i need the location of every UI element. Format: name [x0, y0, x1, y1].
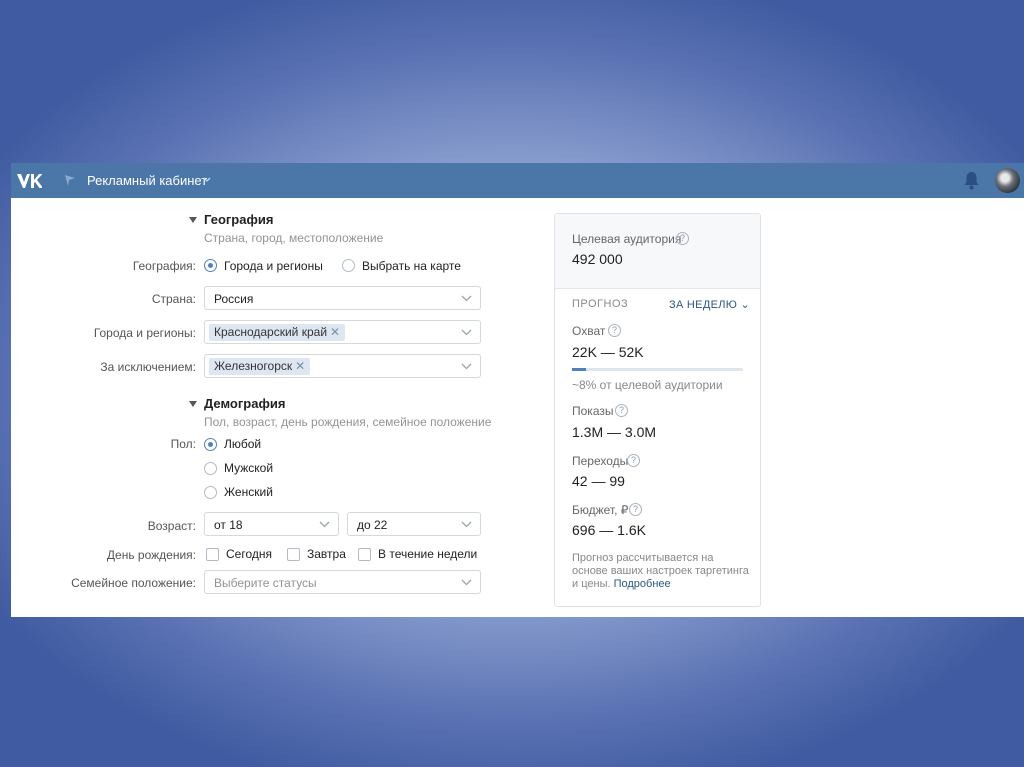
checkbox-today-label[interactable]: Сегодня [226, 547, 272, 561]
reach-value: 22K — 52K [572, 344, 644, 360]
radio-gender-male-label[interactable]: Мужской [224, 461, 273, 475]
forecast-note: Прогноз рассчитывается на основе ваших н… [572, 552, 749, 590]
help-icon[interactable]: ? [676, 232, 689, 245]
more-link[interactable]: Подробнее [614, 578, 671, 590]
top-bar: Рекламный кабинет [11, 163, 1024, 198]
radio-gender-female[interactable] [204, 486, 217, 499]
impressions-label: Показы [572, 404, 614, 418]
chevron-down-icon [461, 295, 472, 302]
radio-choose-on-map[interactable] [342, 259, 355, 272]
radio-gender-any-label[interactable]: Любой [224, 437, 261, 451]
checkbox-this-week-label[interactable]: В течение недели [378, 547, 477, 561]
budget-value: 696 — 1.6K [572, 522, 646, 538]
cities-label: Города и регионы: [93, 326, 196, 340]
country-select[interactable]: Россия [204, 286, 481, 310]
exclude-select[interactable]: Железногорск ✕ [204, 354, 481, 378]
geography-mode-label: География: [132, 259, 196, 273]
age-from-select[interactable]: от 18 [204, 512, 339, 536]
checkbox-this-week[interactable] [358, 548, 371, 561]
city-tag[interactable]: Краснодарский край ✕ [209, 324, 346, 341]
audience-block: Целевая аудитория ? 492 000 [555, 214, 760, 289]
chevron-down-icon [319, 521, 330, 528]
cabinet-title[interactable]: Рекламный кабинет [87, 173, 207, 188]
reach-progress [572, 368, 743, 371]
geography-subtitle: Страна, город, местоположение [204, 231, 384, 245]
age-to-value: до 22 [357, 518, 388, 532]
clicks-label: Переходы [572, 454, 629, 468]
radio-gender-female-label[interactable]: Женский [224, 485, 273, 499]
family-label: Семейное положение: [71, 576, 196, 590]
flag-icon [65, 175, 75, 186]
reach-progress-fill [572, 368, 586, 371]
help-icon[interactable]: ? [627, 454, 640, 467]
checkbox-today[interactable] [206, 548, 219, 561]
radio-cities-regions[interactable] [204, 259, 217, 272]
cities-select[interactable]: Краснодарский край ✕ [204, 320, 481, 344]
geography-title[interactable]: География [204, 212, 273, 227]
help-icon[interactable]: ? [629, 503, 642, 516]
period-select[interactable]: ЗА НЕДЕЛЮ ⌄ [669, 298, 750, 311]
radio-cities-regions-label[interactable]: Города и регионы [224, 259, 323, 273]
age-to-select[interactable]: до 22 [347, 512, 481, 536]
birthday-label: День рождения: [106, 548, 196, 562]
exclude-label: За исключением: [100, 360, 196, 374]
remove-tag-icon[interactable]: ✕ [330, 325, 340, 339]
audience-value: 492 000 [572, 251, 623, 267]
chevron-down-icon [461, 521, 472, 528]
age-from-value: от 18 [214, 518, 243, 532]
age-label: Возраст: [147, 519, 196, 533]
radio-gender-any[interactable] [204, 438, 217, 451]
radio-choose-on-map-label[interactable]: Выбрать на карте [362, 259, 461, 273]
radio-gender-male[interactable] [204, 462, 217, 475]
ad-cabinet-window: Рекламный кабинет География Страна, горо… [11, 163, 1024, 617]
gender-label: Пол: [170, 437, 196, 451]
checkbox-tomorrow[interactable] [287, 548, 300, 561]
checkbox-tomorrow-label[interactable]: Завтра [307, 547, 346, 561]
country-value: Россия [214, 292, 254, 306]
country-label: Страна: [151, 292, 196, 306]
avatar[interactable] [995, 168, 1020, 193]
collapse-triangle-icon[interactable] [189, 217, 197, 223]
reach-label: Охват [572, 324, 606, 338]
family-status-select[interactable]: Выберите статусы [204, 570, 481, 594]
reach-note: ~8% от целевой аудитории [572, 378, 723, 392]
remove-tag-icon[interactable]: ✕ [295, 359, 305, 373]
demography-title[interactable]: Демография [204, 396, 285, 411]
vk-logo[interactable] [16, 172, 42, 190]
chevron-down-icon [461, 363, 472, 370]
forecast-panel: Целевая аудитория ? 492 000 ПРОГНОЗ ЗА Н… [554, 213, 761, 607]
help-icon[interactable]: ? [608, 324, 621, 337]
exclude-tag[interactable]: Железногорск ✕ [209, 358, 311, 375]
bell-icon[interactable] [963, 171, 980, 190]
collapse-triangle-icon[interactable] [189, 401, 197, 407]
forecast-label: ПРОГНОЗ [572, 298, 629, 310]
demography-subtitle: Пол, возраст, день рождения, семейное по… [204, 415, 492, 429]
help-icon[interactable]: ? [615, 404, 628, 417]
audience-label: Целевая аудитория [572, 232, 682, 246]
family-status-placeholder: Выберите статусы [214, 576, 317, 590]
clicks-value: 42 — 99 [572, 473, 625, 489]
chevron-down-icon [461, 579, 472, 586]
budget-label: Бюджет, ₽ [572, 503, 629, 517]
chevron-down-icon[interactable] [203, 177, 211, 183]
chevron-down-icon [461, 329, 472, 336]
impressions-value: 1.3M — 3.0M [572, 424, 657, 440]
